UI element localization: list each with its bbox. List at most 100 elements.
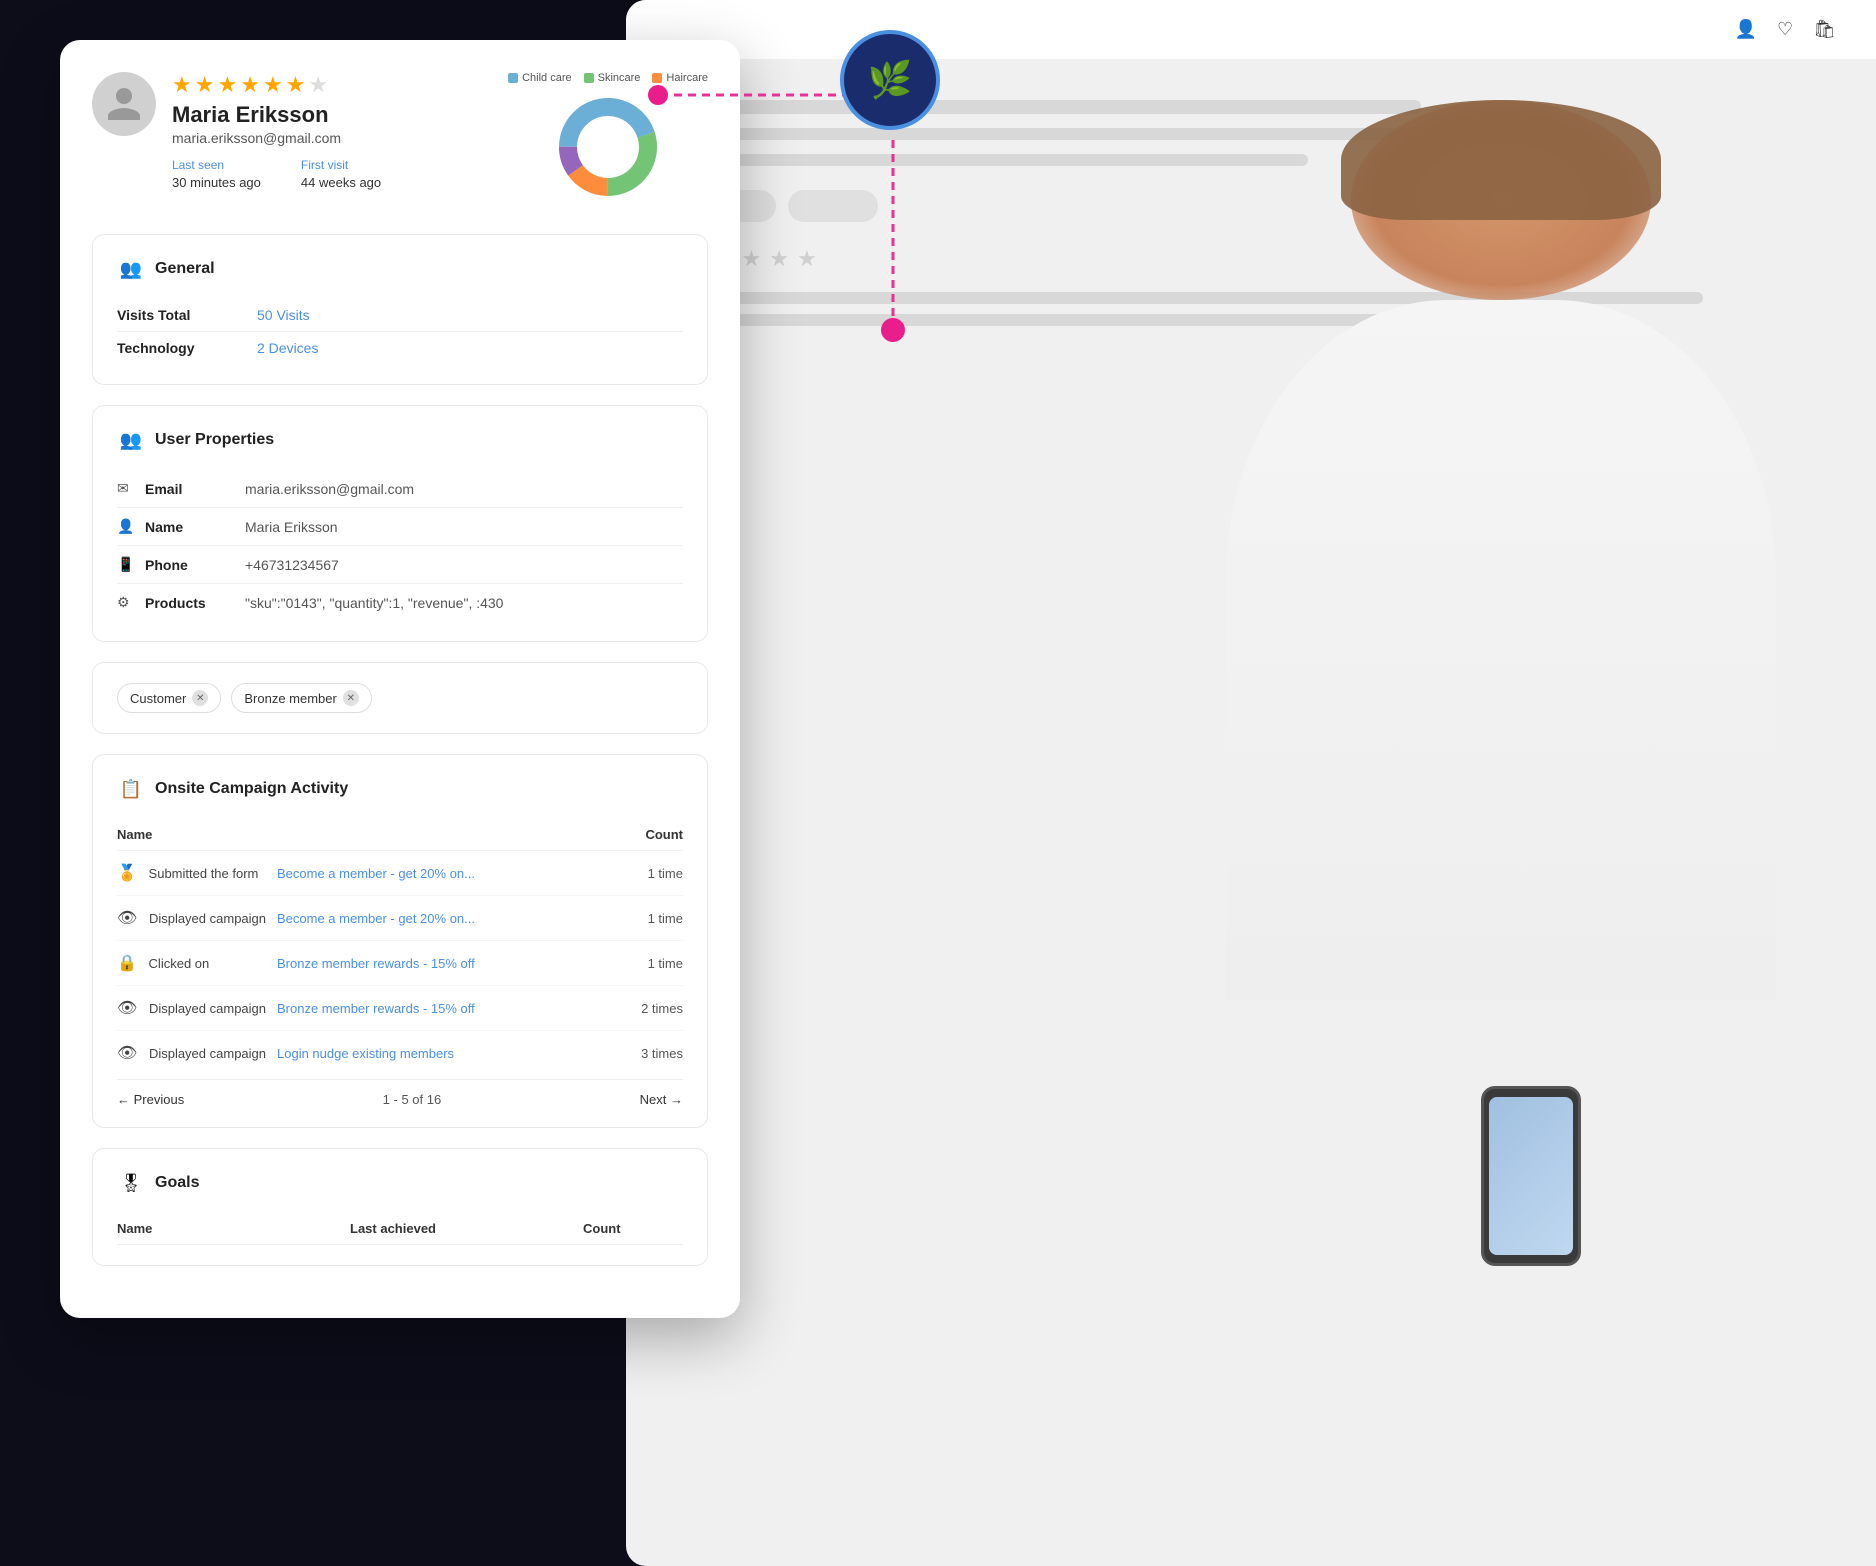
leaf-icon: 🌿 (868, 59, 913, 101)
activity-count-5: 3 times (612, 1031, 683, 1076)
technology-value[interactable]: 2 Devices (257, 340, 318, 356)
tag-customer-label: Customer (130, 691, 186, 706)
legend-dot-haircare (652, 73, 662, 83)
general-section-header: 👥 General (117, 255, 683, 283)
phone-icon: 📱 (117, 556, 145, 573)
legend-label-skincare: Skincare (598, 72, 641, 84)
goals-title: Goals (155, 1174, 199, 1192)
name-icon: 👤 (117, 518, 145, 535)
avatar (92, 72, 156, 136)
tag-bronze-member-label: Bronze member (244, 691, 336, 706)
pagination-info: 1 - 5 of 16 (383, 1092, 442, 1107)
star-7-empty: ★ (308, 72, 328, 98)
mockup-navbar: 👤 ♡ 🛍 (626, 0, 1876, 60)
campaign-link-5[interactable]: Login nudge existing members (277, 1046, 454, 1061)
pagination-previous[interactable]: ← Previous (117, 1092, 184, 1107)
mockup-star-4: ★ (769, 246, 789, 272)
user-properties-icon: 👥 (117, 426, 145, 454)
goals-section: 🎖 Goals Name Last achieved Count (92, 1148, 708, 1266)
legend-haircare: Haircare (652, 72, 708, 84)
activity-campaign-4: Bronze member rewards - 15% off (277, 986, 612, 1031)
profile-name: Maria Eriksson (172, 102, 492, 128)
user-nav-icon: 👤 (1735, 19, 1757, 40)
person-icon (104, 84, 144, 124)
goals-icon: 🎖 (117, 1169, 145, 1197)
table-row: 👁 Displayed campaign Login nudge existin… (117, 1031, 683, 1076)
tag-bronze-member[interactable]: Bronze member ✕ (231, 683, 371, 713)
pagination-next[interactable]: Next → (640, 1092, 683, 1107)
chart-legend: Child care Skincare Haircare (508, 72, 708, 84)
heart-nav-icon: ♡ (1777, 19, 1793, 40)
property-row-products: ⚙ Products "sku":"0143", "quantity":1, "… (117, 584, 683, 621)
activity-type-4: 👁 Displayed campaign (117, 986, 277, 1031)
tag-customer[interactable]: Customer ✕ (117, 683, 221, 713)
legend-dot-child-care (508, 73, 518, 83)
campaign-header: 📋 Onsite Campaign Activity (117, 775, 683, 803)
activity-type-2: 👁 Displayed campaign (117, 896, 277, 941)
campaign-link-1[interactable]: Become a member - get 20% on... (277, 866, 475, 881)
campaign-link-2[interactable]: Become a member - get 20% on... (277, 911, 475, 926)
goals-col-name: Name (117, 1221, 350, 1236)
logo-circle: 🌿 (840, 30, 940, 130)
campaign-link-4[interactable]: Bronze member rewards - 15% off (277, 1001, 475, 1016)
legend-child-care: Child care (508, 72, 572, 84)
activity-count-1: 1 time (612, 851, 683, 896)
star-6: ★ (286, 72, 306, 98)
goals-columns: Name Last achieved Count (117, 1213, 683, 1245)
visits-value[interactable]: 50 Visits (257, 307, 310, 323)
mockup-star-3: ★ (741, 246, 761, 272)
general-icon: 👥 (117, 255, 145, 283)
table-row: 👁 Displayed campaign Become a member - g… (117, 896, 683, 941)
profile-email: maria.eriksson@gmail.com (172, 130, 492, 146)
profile-info: ★ ★ ★ ★ ★ ★ ★ Maria Eriksson maria.eriks… (172, 72, 492, 192)
campaign-icon: 📋 (117, 775, 145, 803)
table-row: 👁 Displayed campaign Bronze member rewar… (117, 986, 683, 1031)
phone-screen (1489, 1097, 1573, 1255)
activity-campaign-5: Login nudge existing members (277, 1031, 612, 1076)
email-value: maria.eriksson@gmail.com (245, 481, 683, 497)
activity-count-4: 2 times (612, 986, 683, 1031)
tag-customer-remove[interactable]: ✕ (192, 690, 208, 706)
activity-type-1: 🏅 Submitted the form (117, 851, 277, 896)
activity-count-2: 1 time (612, 896, 683, 941)
goals-col-count: Count (583, 1221, 683, 1236)
activity-campaign-3: Bronze member rewards - 15% off (277, 941, 612, 986)
user-properties-section: 👥 User Properties ✉ Email maria.eriksson… (92, 405, 708, 642)
bag-nav-icon: 🛍 (1813, 19, 1836, 40)
phone-label: Phone (145, 557, 245, 573)
activity-campaign-1: Become a member - get 20% on... (277, 851, 612, 896)
legend-dot-skincare (584, 73, 594, 83)
first-visit-label: First visit (301, 158, 381, 172)
last-seen-label: Last seen (172, 158, 261, 172)
campaign-link-3[interactable]: Bronze member rewards - 15% off (277, 956, 475, 971)
mockup-star-5: ★ (797, 246, 817, 272)
tag-bronze-remove[interactable]: ✕ (343, 690, 359, 706)
table-row: 🏅 Submitted the form Become a member - g… (117, 851, 683, 896)
activity-icon-5: 👁 (117, 1045, 137, 1062)
pagination: ← Previous 1 - 5 of 16 Next → (117, 1079, 683, 1107)
table-row: 🔒 Clicked on Bronze member rewards - 15%… (117, 941, 683, 986)
property-row-email: ✉ Email maria.eriksson@gmail.com (117, 470, 683, 508)
general-row-visits: Visits Total 50 Visits (117, 299, 683, 332)
phone-value: +46731234567 (245, 557, 683, 573)
activity-count-3: 1 time (612, 941, 683, 986)
first-visit-value: 44 weeks ago (301, 175, 381, 190)
woman-photo-area (1126, 100, 1876, 1566)
col-count: Count (612, 819, 683, 851)
star-5: ★ (263, 72, 283, 98)
mockup-btn-2 (788, 190, 878, 222)
campaign-activity-section: 📋 Onsite Campaign Activity Name Count 🏅 … (92, 754, 708, 1128)
products-icon: ⚙ (117, 594, 145, 611)
profile-header: ★ ★ ★ ★ ★ ★ ★ Maria Eriksson maria.eriks… (92, 72, 708, 202)
email-icon: ✉ (117, 480, 145, 497)
star-3: ★ (217, 72, 237, 98)
legend-label-child-care: Child care (522, 72, 572, 84)
profile-meta: Last seen 30 minutes ago First visit 44 … (172, 158, 492, 192)
technology-label: Technology (117, 340, 257, 356)
donut-chart-area: Child care Skincare Haircare (508, 72, 708, 202)
last-seen-value: 30 minutes ago (172, 175, 261, 190)
general-section-title: General (155, 260, 215, 278)
user-properties-header: 👥 User Properties (117, 426, 683, 454)
rating-stars: ★ ★ ★ ★ ★ ★ ★ (172, 72, 492, 98)
star-1: ★ (172, 72, 192, 98)
